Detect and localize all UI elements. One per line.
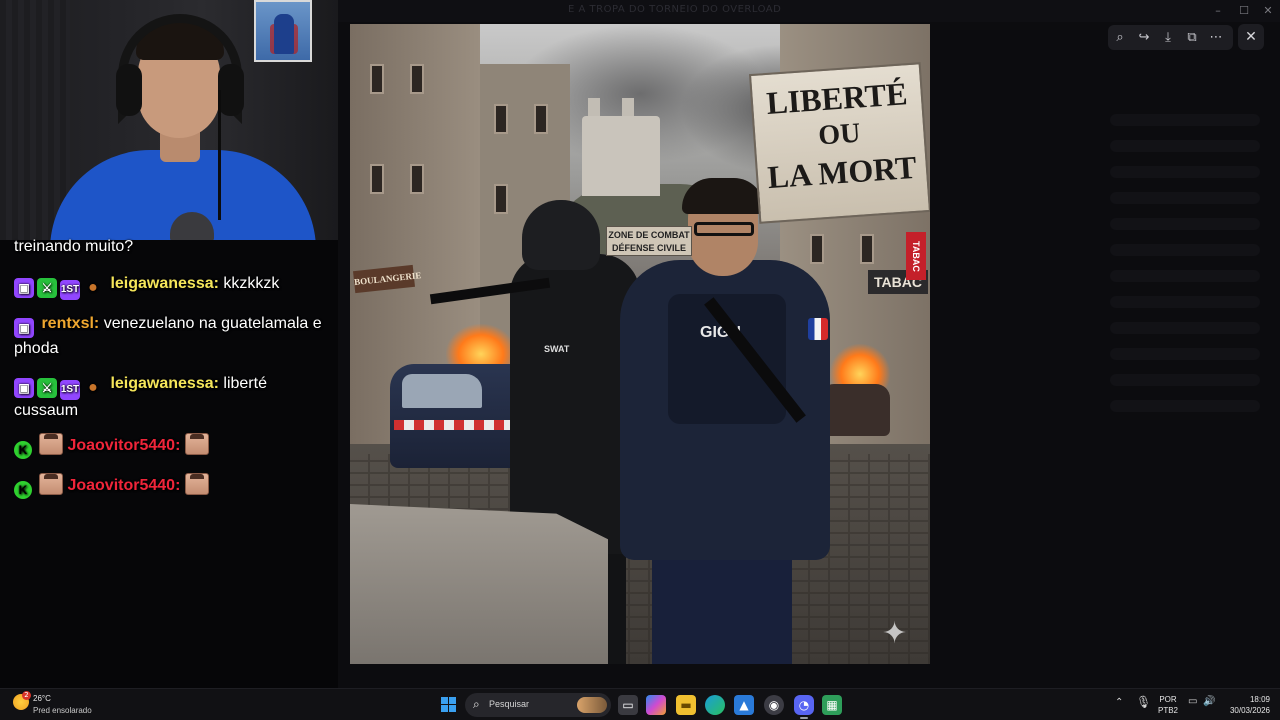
chat-username: leigawanessa:: [110, 275, 219, 292]
search-highlight-image: [577, 697, 607, 713]
chat-username: rentxsl:: [41, 315, 100, 332]
chat-username: leigawanessa:: [110, 375, 219, 392]
background-titlebar: E A TROPA DO TORNEIO DO OVERLOAD – ☐ ✕: [338, 0, 1280, 22]
taskbar: 2 26°C Pred ensolarado ⌕ Pesquisar ▭ ▬ ▲…: [0, 688, 1280, 720]
kick-icon: K: [14, 441, 32, 459]
wall-poster: [254, 0, 312, 62]
search-placeholder: Pesquisar: [489, 699, 530, 709]
network-icon[interactable]: ▭: [1188, 696, 1197, 707]
chat-message: K Joaovitor5440:: [14, 433, 330, 459]
open-external-icon[interactable]: ⧉: [1180, 25, 1204, 50]
webcam-feed: [0, 0, 338, 240]
taskbar-search[interactable]: ⌕ Pesquisar: [465, 693, 611, 717]
chat-message: treinando muito?: [14, 236, 330, 258]
kick-icon: K: [14, 481, 32, 499]
first-badge-icon: 1ST: [60, 280, 80, 300]
close-viewer-button[interactable]: ✕: [1238, 24, 1264, 50]
window-title: E A TROPA DO TORNEIO DO OVERLOAD: [568, 4, 782, 15]
chat-username: Joaovitor5440:: [67, 477, 181, 494]
zone-de-combat-sign: ZONE DE COMBAT DÉFENSE CIVILE: [606, 226, 692, 256]
twitch-icon: ▣: [14, 318, 34, 338]
file-explorer-icon[interactable]: ▬: [676, 695, 696, 715]
zoom-in-icon[interactable]: ⌕: [1108, 25, 1132, 50]
maximize-button[interactable]: ☐: [1234, 3, 1254, 19]
volume-icon[interactable]: 🔊: [1203, 696, 1215, 707]
system-clock[interactable]: 18:09 30/03/2026: [1222, 694, 1270, 716]
close-icon: ✕: [1245, 29, 1257, 45]
active-app-indicator: [800, 717, 808, 719]
french-flag-patch: [808, 318, 828, 340]
concrete-barrier: [350, 504, 608, 664]
image-viewer-toolbar: ⌕ ↪ ⤓ ⧉ ⋯: [1108, 25, 1233, 50]
keyboard-language[interactable]: POR PTB2: [1158, 694, 1178, 716]
face-emote-icon: [39, 433, 64, 455]
minimize-button[interactable]: –: [1208, 3, 1228, 19]
task-view-icon[interactable]: ▭: [618, 695, 638, 715]
more-icon[interactable]: ⋯: [1204, 25, 1228, 50]
chat-message: ▣ ⚔ 1ST ● leigawanessa: kkzkkzk: [14, 273, 330, 300]
chat-message-text: treinando muito?: [14, 238, 134, 255]
face-emote-icon: [184, 473, 209, 495]
chevron-up-icon[interactable]: ⌃: [1115, 697, 1123, 708]
edge-browser-icon[interactable]: [705, 695, 725, 715]
viewed-image[interactable]: SWAT GIGN LIBERTÉ OU LA MORT ZONE DE COM…: [350, 24, 930, 664]
copilot-icon[interactable]: [646, 695, 666, 715]
weather-condition[interactable]: Pred ensolarado: [33, 706, 92, 715]
chat-username: Joaovitor5440:: [67, 437, 181, 454]
basilica: [582, 116, 660, 196]
weather-temperature[interactable]: 26°C: [33, 694, 51, 703]
cake-badge-icon: ●: [88, 279, 98, 296]
cake-badge-icon: ●: [88, 379, 98, 396]
chat-message: K Joaovitor5440:: [14, 473, 330, 499]
weather-badge: 2: [22, 691, 31, 700]
discord-icon[interactable]: ◔: [794, 695, 814, 715]
chat-app-icon[interactable]: ▦: [822, 695, 842, 715]
first-badge-icon: 1ST: [60, 380, 80, 400]
liberte-sign: LIBERTÉ OU LA MORT: [748, 62, 930, 224]
window-close-button[interactable]: ✕: [1258, 3, 1278, 19]
sword-badge-icon: ⚔: [37, 278, 57, 298]
twitch-icon: ▣: [14, 378, 34, 398]
sword-badge-icon: ⚔: [37, 378, 57, 398]
microphone-icon[interactable]: 🎙: [1136, 695, 1151, 709]
share-icon[interactable]: ↪: [1132, 25, 1156, 50]
start-button[interactable]: [441, 697, 456, 712]
face-emote-icon: [184, 433, 209, 455]
background-member-list: [1100, 100, 1270, 500]
face-emote-icon: [39, 473, 64, 495]
photos-icon[interactable]: ▲: [734, 695, 754, 715]
chat-message: ▣ rentxsl: venezuelano na guatelamala e …: [14, 313, 330, 360]
acoustic-panel: [0, 0, 70, 240]
obs-icon[interactable]: ◉: [764, 695, 784, 715]
tabac-vertical-sign: TABAC: [906, 232, 926, 280]
ai-sparkle-icon: ✦: [882, 616, 908, 651]
chat-message: ▣ ⚔ 1ST ● leigawanessa: liberté cussaum: [14, 373, 330, 422]
download-icon[interactable]: ⤓: [1156, 25, 1180, 50]
chat-message-text: kkzkkzk: [218, 275, 280, 292]
twitch-icon: ▣: [14, 278, 34, 298]
search-icon: ⌕: [473, 697, 480, 711]
